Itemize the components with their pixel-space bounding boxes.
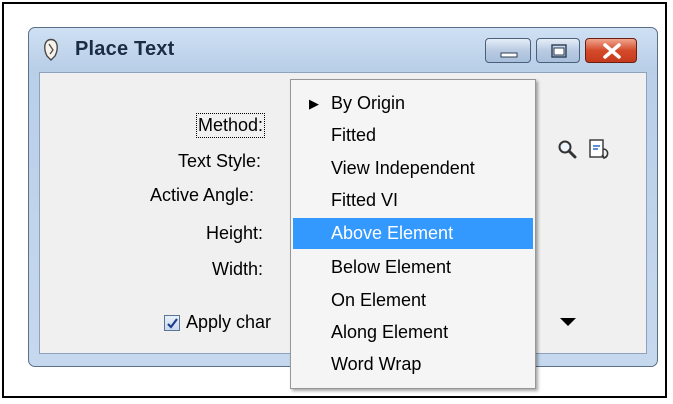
menu-item-label: View Independent — [331, 158, 475, 178]
height-label: Height: — [206, 223, 264, 243]
method-label[interactable]: Method: — [195, 113, 266, 138]
maximize-button[interactable] — [536, 38, 580, 63]
active-angle-label: Active Angle: — [150, 185, 255, 205]
dropdown-arrow-icon[interactable] — [559, 316, 577, 328]
place-text-icon — [44, 38, 58, 61]
menu-item-below-element[interactable]: Below Element — [293, 252, 533, 283]
screenshot-frame: Place Text Method: Text Style: Active An… — [2, 2, 667, 398]
menu-item-view-independent[interactable]: View Independent — [293, 153, 533, 184]
window-title: Place Text — [75, 38, 175, 60]
menu-item-label: Fitted — [331, 125, 377, 145]
minimize-icon — [500, 52, 518, 58]
menu-item-above-element[interactable]: Above Element — [293, 218, 533, 249]
checkmark-icon — [167, 318, 178, 329]
selected-arrow-icon: ▶ — [309, 96, 319, 111]
menu-item-by-origin[interactable]: ▶ By Origin — [293, 88, 533, 119]
magnifier-icon[interactable] — [557, 139, 579, 161]
menu-item-label: Word Wrap — [331, 354, 422, 374]
close-button[interactable] — [585, 38, 637, 63]
menu-item-word-wrap[interactable]: Word Wrap — [293, 349, 533, 380]
menu-item-fitted[interactable]: Fitted — [293, 120, 533, 151]
text-style-label: Text Style: — [178, 151, 262, 171]
menu-item-along-element[interactable]: Along Element — [293, 317, 533, 348]
apply-checkbox-label[interactable]: Apply char — [186, 312, 271, 333]
match-element-icon[interactable] — [587, 137, 613, 163]
close-icon — [603, 43, 621, 59]
width-label: Width: — [212, 259, 264, 279]
maximize-icon — [551, 44, 567, 58]
menu-item-label: Above Element — [331, 223, 454, 243]
menu-item-fitted-vi[interactable]: Fitted VI — [293, 185, 533, 216]
menu-item-label: Fitted VI — [331, 190, 399, 210]
apply-checkbox[interactable] — [164, 315, 180, 331]
menu-item-label: Along Element — [331, 322, 449, 342]
method-dropdown-menu: ▶ By Origin Fitted View Independent Fitt… — [290, 79, 536, 389]
menu-item-on-element[interactable]: On Element — [293, 285, 533, 316]
title-bar[interactable]: Place Text — [29, 28, 657, 72]
minimize-button[interactable] — [485, 38, 531, 63]
menu-item-label: On Element — [331, 290, 427, 310]
menu-item-label: By Origin — [331, 93, 406, 113]
menu-item-label: Below Element — [331, 257, 452, 277]
